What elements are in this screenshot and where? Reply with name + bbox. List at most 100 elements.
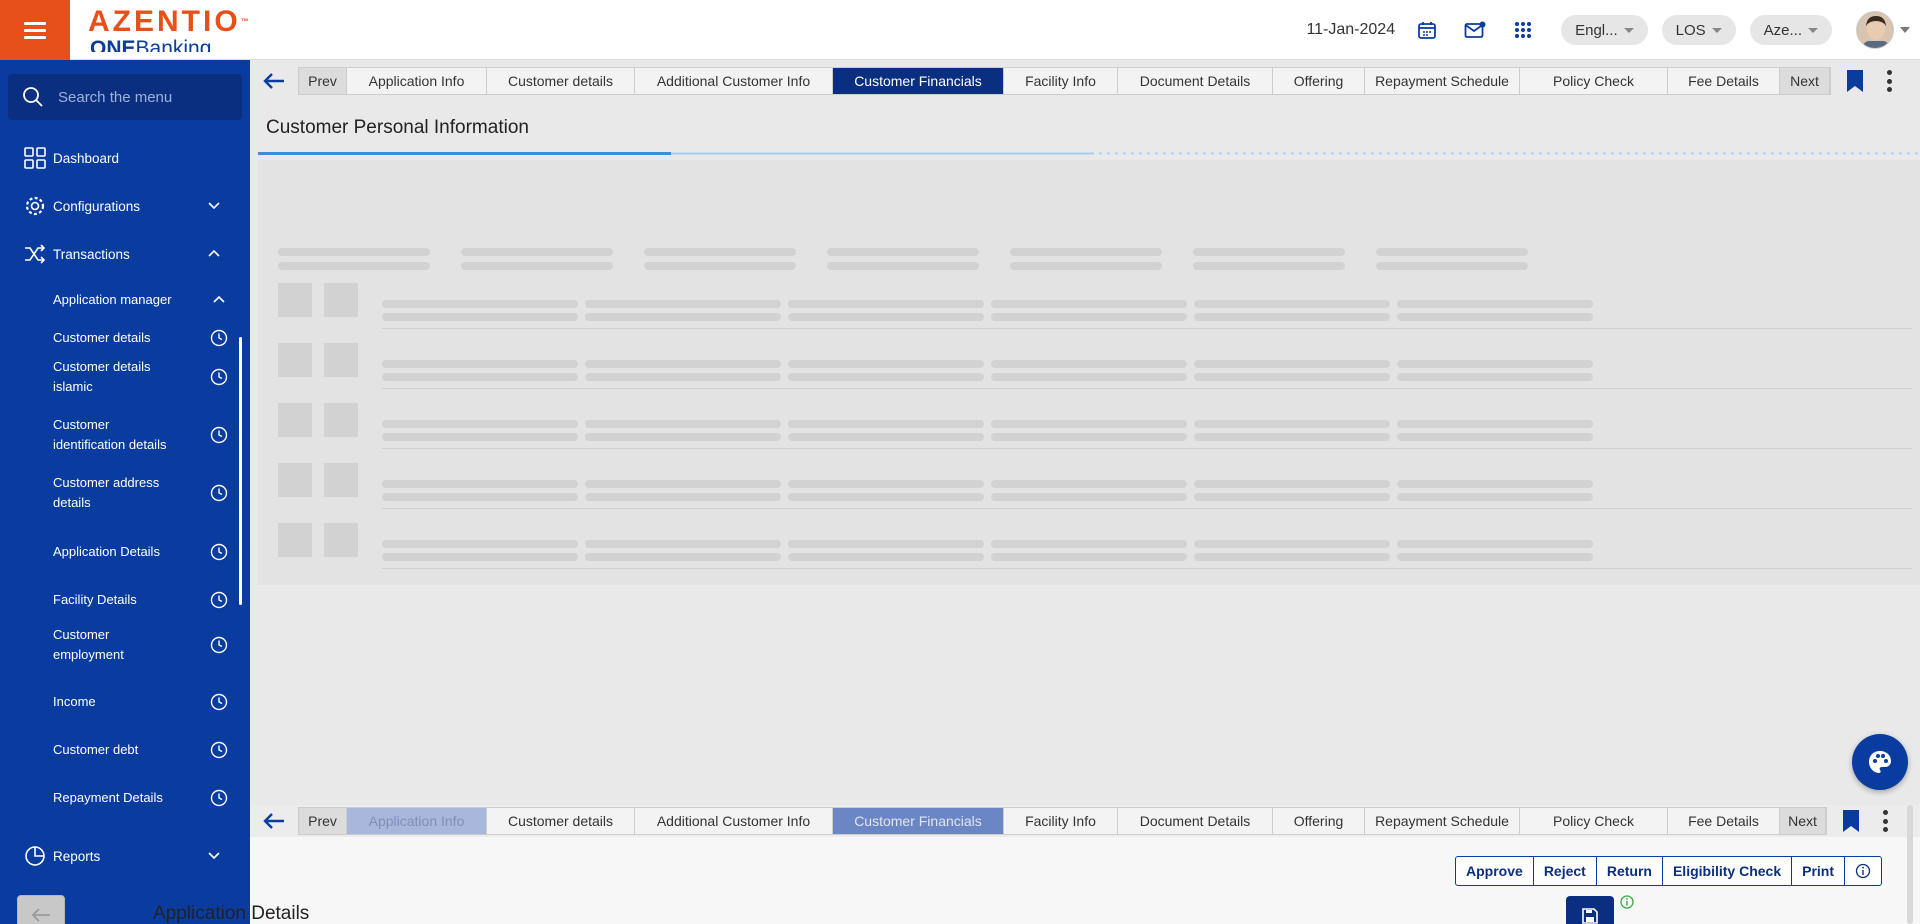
- panel-scrollbar[interactable]: [1907, 805, 1913, 924]
- loading-skeleton: [258, 160, 1920, 585]
- tab-item[interactable]: Application Info: [347, 808, 487, 834]
- info-button[interactable]: [1845, 857, 1881, 885]
- tab-item[interactable]: Additional Customer Info: [635, 68, 833, 94]
- sidebar-item-reports[interactable]: Reports: [0, 842, 250, 870]
- sidebar-subitem-label: Repayment Details: [53, 790, 163, 805]
- skeleton-bar: [788, 420, 984, 428]
- sidebar-subitem[interactable]: Customer employment: [53, 625, 233, 665]
- sidebar-item-dashboard[interactable]: Dashboard: [0, 144, 250, 172]
- tab-item[interactable]: Facility Info: [1004, 68, 1118, 94]
- action-button[interactable]: Reject: [1534, 857, 1597, 885]
- tab-prev-button[interactable]: Prev: [299, 68, 347, 94]
- entity-select[interactable]: Aze...: [1749, 15, 1832, 45]
- tab-item[interactable]: Policy Check: [1520, 808, 1668, 834]
- sidebar-scrollbar[interactable]: [239, 337, 242, 605]
- sidebar-subitem[interactable]: Income: [53, 692, 233, 712]
- sidebar-subitem[interactable]: Customer identification details: [53, 415, 233, 455]
- action-button[interactable]: Return: [1597, 857, 1663, 885]
- tab-item[interactable]: Document Details: [1118, 808, 1273, 834]
- skeleton-thumb: [324, 403, 358, 437]
- clock-icon[interactable]: [210, 329, 228, 347]
- tab-item[interactable]: Offering: [1273, 808, 1365, 834]
- mail-icon[interactable]: [1464, 19, 1486, 41]
- sidebar-subitem[interactable]: Customer debt: [53, 740, 233, 760]
- user-menu-chevron-icon[interactable]: [1900, 27, 1910, 33]
- theme-palette-button[interactable]: [1852, 734, 1908, 790]
- skeleton-thumb: [278, 403, 312, 437]
- back-button[interactable]: [250, 65, 298, 97]
- clock-icon[interactable]: [210, 543, 228, 561]
- clock-icon[interactable]: [210, 693, 228, 711]
- save-button[interactable]: [1566, 896, 1614, 924]
- bookmark-icon[interactable]: [1841, 809, 1861, 833]
- clock-icon[interactable]: [210, 368, 228, 386]
- tab-item[interactable]: Offering: [1273, 68, 1365, 94]
- logo-sub-brand-text: Banking: [135, 38, 212, 52]
- bookmark-icon[interactable]: [1845, 69, 1865, 93]
- skeleton-divider: [382, 328, 1912, 329]
- tab-item[interactable]: Application Info: [347, 68, 487, 94]
- tab-item[interactable]: Customer details: [487, 68, 635, 94]
- tab-item[interactable]: Policy Check: [1520, 68, 1668, 94]
- tab-item[interactable]: Additional Customer Info: [635, 808, 833, 834]
- sidebar-item-application-manager[interactable]: Application manager: [53, 290, 233, 310]
- sidebar-item-label: Dashboard: [53, 150, 120, 166]
- clock-icon[interactable]: [210, 591, 228, 609]
- palette-icon: [1869, 751, 1891, 773]
- action-button[interactable]: Eligibility Check: [1663, 857, 1793, 885]
- sidebar-subitem-label: Application Details: [53, 544, 160, 559]
- action-button[interactable]: Print: [1792, 857, 1845, 885]
- module-select[interactable]: LOS: [1661, 15, 1736, 45]
- sidebar-subitem[interactable]: Application Details: [53, 542, 233, 562]
- user-avatar[interactable]: [1856, 11, 1894, 49]
- tab-item[interactable]: Repayment Schedule: [1365, 68, 1520, 94]
- tab-item[interactable]: Customer details: [487, 808, 635, 834]
- sidebar-subitem[interactable]: Customer details: [53, 328, 233, 348]
- tab-item[interactable]: Customer Financials: [833, 808, 1004, 834]
- skeleton-bar: [461, 248, 613, 256]
- calendar-icon[interactable]: [1416, 19, 1438, 41]
- language-select[interactable]: Engl...: [1561, 15, 1648, 45]
- clock-icon[interactable]: [210, 636, 228, 654]
- gear-icon: [23, 194, 47, 218]
- skeleton-bar: [1194, 373, 1390, 381]
- tab-next-button[interactable]: Next: [1780, 68, 1830, 94]
- clock-icon[interactable]: [210, 484, 228, 502]
- section-back-button[interactable]: [17, 895, 65, 924]
- action-button-group: Approve Reject Return Eligibility Check Prin…: [1455, 856, 1882, 886]
- skeleton-bar: [585, 480, 781, 488]
- back-button[interactable]: [250, 805, 298, 837]
- skeleton-bar: [382, 360, 578, 368]
- sidebar-subitem-label: Facility Details: [53, 592, 137, 607]
- app-logo: AZENTIO™ ONEBanking: [88, 6, 249, 53]
- menu-toggle-button[interactable]: [0, 0, 70, 60]
- tab-item[interactable]: Fee Details: [1668, 808, 1780, 834]
- action-button[interactable]: Approve: [1456, 857, 1534, 885]
- apps-grid-icon[interactable]: [1512, 19, 1534, 41]
- sidebar-subitem[interactable]: Customer details islamic: [53, 357, 233, 397]
- clock-icon[interactable]: [210, 741, 228, 759]
- skeleton-divider: [382, 508, 1912, 509]
- clock-icon[interactable]: [210, 426, 228, 444]
- more-options-icon[interactable]: [1883, 810, 1889, 832]
- skeleton-bar: [1194, 493, 1390, 501]
- arrow-left-icon: [263, 73, 284, 89]
- sidebar-item-transactions[interactable]: Transactions: [0, 240, 250, 268]
- tab-item[interactable]: Facility Info: [1004, 808, 1118, 834]
- tab-item[interactable]: Fee Details: [1668, 68, 1780, 94]
- sidebar-subitem[interactable]: Repayment Details: [53, 788, 233, 808]
- skeleton-bar: [788, 540, 984, 548]
- header-tools: 11-Jan-2024 Engl... LOS Aze...: [1306, 0, 1920, 60]
- skeleton-bar: [644, 248, 796, 256]
- tab-item[interactable]: Document Details: [1118, 68, 1273, 94]
- tab-prev-button[interactable]: Prev: [299, 808, 347, 834]
- tab-item[interactable]: Customer Financials: [833, 68, 1004, 94]
- sidebar-subitem[interactable]: Facility Details: [53, 590, 233, 610]
- tab-next-button[interactable]: Next: [1780, 808, 1826, 834]
- clock-icon[interactable]: [210, 789, 228, 807]
- sidebar-item-configurations[interactable]: Configurations: [0, 192, 250, 220]
- menu-search-input[interactable]: Search the menu: [8, 74, 242, 120]
- sidebar-subitem[interactable]: Customer address details: [53, 473, 233, 513]
- more-options-icon[interactable]: [1887, 70, 1893, 92]
- tab-item[interactable]: Repayment Schedule: [1365, 808, 1520, 834]
